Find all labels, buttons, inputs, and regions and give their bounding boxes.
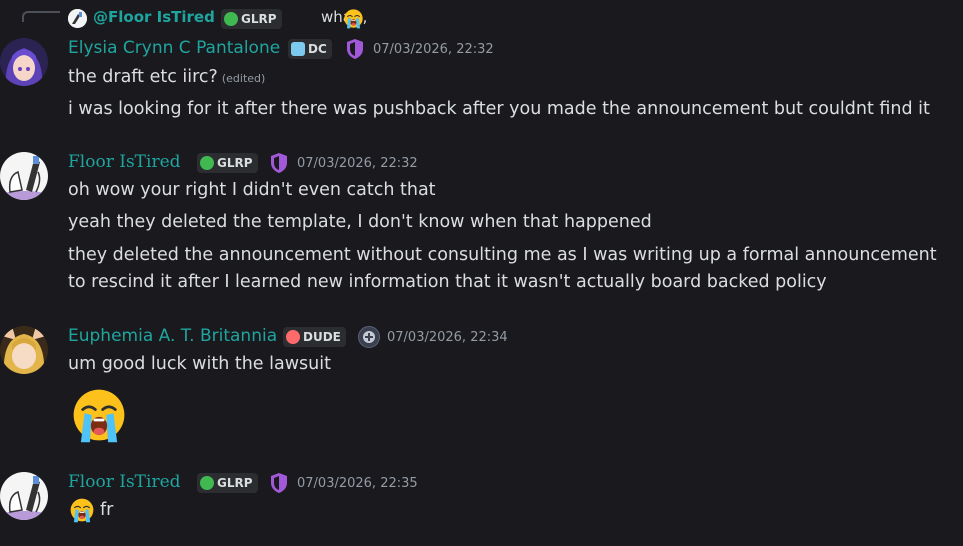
heart-icon xyxy=(291,42,305,56)
skull-icon xyxy=(224,12,238,26)
loudly-crying-emoji xyxy=(68,386,130,444)
reply-username[interactable]: @Floor IsTired xyxy=(93,8,215,26)
skull-icon xyxy=(200,156,214,170)
user-tag: DUDE xyxy=(283,327,346,347)
shield-icon xyxy=(269,152,289,174)
edited-label: (edited) xyxy=(221,72,266,85)
timestamp: 07/03/2026, 22:32 xyxy=(297,156,418,171)
user-tag: DC xyxy=(288,39,332,59)
timestamp: 07/03/2026, 22:35 xyxy=(297,476,418,491)
timestamp: 07/03/2026, 22:34 xyxy=(387,330,508,345)
avatar[interactable] xyxy=(0,326,48,374)
loudly-crying-emoji xyxy=(68,497,96,523)
plus-icon xyxy=(358,326,380,348)
loudly-crying-emoji xyxy=(343,8,364,29)
message-text: yeah they deleted the template, I don't … xyxy=(68,212,652,232)
skull-icon xyxy=(200,476,214,490)
message-text: the draft etc iirc? (edited) xyxy=(68,65,265,91)
avatar[interactable] xyxy=(0,38,48,86)
user-tag-label: GLRP xyxy=(217,156,253,170)
username[interactable]: Elysia Crynn C Pantalone xyxy=(68,38,280,58)
message-text: fr xyxy=(100,500,114,520)
shield-icon xyxy=(269,472,289,494)
user-tag-label: DC xyxy=(308,42,327,56)
message-text: i was looking for it after there was pus… xyxy=(68,99,930,119)
username[interactable]: Floor IsTired xyxy=(68,472,181,492)
timestamp: 07/03/2026, 22:32 xyxy=(373,42,494,57)
message-text: um good luck with the lawsuit xyxy=(68,354,331,374)
reply-avatar[interactable] xyxy=(68,9,87,28)
reply-tag: GLRP xyxy=(221,9,282,29)
user-tag-label: GLRP xyxy=(217,476,253,490)
reply-tag-label: GLRP xyxy=(241,12,277,26)
message-text: oh wow your right I didn't even catch th… xyxy=(68,180,436,200)
user-tag: GLRP xyxy=(197,153,258,173)
user-tag: GLRP xyxy=(197,473,258,493)
message-line: the draft etc iirc? xyxy=(68,67,218,87)
username[interactable]: Euphemia A. T. Britannia xyxy=(68,326,277,346)
message-text: they deleted the announcement without co… xyxy=(68,245,937,292)
reply-connector xyxy=(22,11,60,22)
skull-icon xyxy=(286,330,300,344)
username[interactable]: Floor IsTired xyxy=(68,152,181,172)
shield-icon xyxy=(345,38,365,60)
avatar[interactable] xyxy=(0,472,48,520)
user-tag-label: DUDE xyxy=(303,330,341,344)
avatar[interactable] xyxy=(0,152,48,200)
